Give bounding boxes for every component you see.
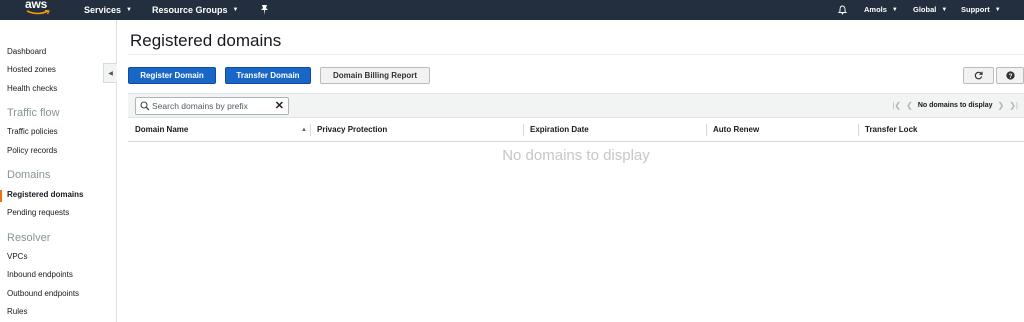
sidebar-item-pending-requests[interactable]: Pending requests bbox=[7, 208, 69, 217]
sidebar-item-hosted-zones[interactable]: Hosted zones bbox=[7, 65, 56, 74]
collapse-icon[interactable]: ◀ bbox=[103, 63, 117, 83]
column-transfer-lock[interactable]: Transfer Lock bbox=[858, 118, 1024, 142]
table-header: Domain Name ▲ Privacy Protection Expirat… bbox=[128, 118, 1024, 142]
sidebar-item-health-checks[interactable]: Health checks bbox=[7, 84, 57, 93]
domain-billing-report-button[interactable]: Domain Billing Report bbox=[320, 67, 430, 84]
sidebar-item-registered-domains[interactable]: Registered domains bbox=[7, 190, 83, 199]
help-icon: ? bbox=[1005, 71, 1015, 80]
sidebar-item-vpcs[interactable]: VPCs bbox=[7, 252, 27, 261]
chevron-down-icon: ▼ bbox=[126, 7, 132, 13]
page-title: Registered domains bbox=[130, 31, 282, 50]
help-button[interactable]: ? bbox=[996, 67, 1024, 84]
domains-table: ✕ |❮ ❮ No domains to display ❯ ❯| Domain… bbox=[128, 93, 1024, 143]
region-label: Global bbox=[913, 5, 937, 14]
refresh-icon bbox=[974, 71, 983, 80]
sort-asc-icon[interactable]: ▲ bbox=[301, 118, 307, 142]
search-box: ✕ bbox=[135, 97, 289, 115]
register-domain-button[interactable]: Register Domain bbox=[128, 67, 216, 84]
next-page-icon[interactable]: ❯ bbox=[998, 101, 1005, 110]
pin-icon[interactable] bbox=[260, 0, 269, 20]
last-page-icon[interactable]: ❯| bbox=[1009, 101, 1018, 110]
chevron-down-icon: ▼ bbox=[232, 7, 239, 13]
services-label: Services bbox=[84, 5, 122, 15]
chevron-down-icon: ▼ bbox=[941, 7, 948, 13]
transfer-domain-button[interactable]: Transfer Domain bbox=[225, 67, 311, 84]
column-expiration-date[interactable]: Expiration Date bbox=[523, 118, 706, 142]
account-label: Amols bbox=[864, 5, 887, 14]
resource-groups-menu[interactable]: Resource Groups ▼ bbox=[152, 0, 238, 20]
logo-smile-icon bbox=[26, 10, 50, 15]
active-indicator bbox=[0, 190, 2, 202]
sidebar-item-dashboard[interactable]: Dashboard bbox=[7, 47, 46, 56]
column-privacy-protection[interactable]: Privacy Protection bbox=[310, 118, 523, 142]
clear-icon[interactable]: ✕ bbox=[275, 99, 284, 113]
top-navigation-bar: aws Services ▼ Resource Groups ▼ Amols ▼… bbox=[0, 0, 1024, 20]
column-domain-name[interactable]: Domain Name bbox=[128, 118, 310, 142]
search-input[interactable] bbox=[152, 101, 272, 111]
sidebar-item-traffic-policies[interactable]: Traffic policies bbox=[7, 127, 58, 136]
sidebar-section-domains: Domains bbox=[7, 169, 51, 181]
refresh-button[interactable] bbox=[963, 67, 994, 84]
sidebar: ◀ Dashboard Hosted zones Health checks T… bbox=[0, 20, 117, 322]
sidebar-item-outbound-endpoints[interactable]: Outbound endpoints bbox=[7, 289, 79, 298]
sidebar-section-resolver: Resolver bbox=[7, 232, 51, 244]
support-label: Support bbox=[961, 5, 990, 14]
services-menu[interactable]: Services ▼ bbox=[84, 0, 132, 20]
divider bbox=[128, 54, 1024, 55]
search-icon bbox=[138, 98, 152, 114]
sidebar-item-rules[interactable]: Rules bbox=[7, 307, 27, 316]
sidebar-section-traffic-flow: Traffic flow bbox=[7, 107, 60, 119]
chevron-down-icon: ▼ bbox=[891, 7, 898, 13]
pagination: |❮ ❮ No domains to display ❯ ❯| bbox=[892, 94, 1018, 117]
chevron-down-icon: ▼ bbox=[994, 7, 1001, 13]
sidebar-item-inbound-endpoints[interactable]: Inbound endpoints bbox=[7, 270, 73, 279]
column-auto-renew[interactable]: Auto Renew bbox=[706, 118, 858, 142]
region-menu[interactable]: Global ▼ bbox=[913, 0, 947, 20]
prev-page-icon[interactable]: ❮ bbox=[906, 101, 913, 110]
pagination-status: No domains to display bbox=[917, 102, 993, 109]
sidebar-item-policy-records[interactable]: Policy records bbox=[7, 146, 57, 155]
first-page-icon[interactable]: |❮ bbox=[892, 101, 901, 110]
svg-text:?: ? bbox=[1008, 73, 1012, 80]
table-toolbar: ✕ |❮ ❮ No domains to display ❯ ❯| bbox=[128, 93, 1024, 118]
account-menu[interactable]: Amols ▼ bbox=[864, 0, 898, 20]
support-menu[interactable]: Support ▼ bbox=[961, 0, 1001, 20]
resource-groups-label: Resource Groups bbox=[152, 5, 228, 15]
empty-state-message: No domains to display bbox=[502, 147, 650, 164]
aws-logo[interactable]: aws bbox=[24, 0, 54, 20]
bell-icon[interactable] bbox=[838, 0, 847, 20]
